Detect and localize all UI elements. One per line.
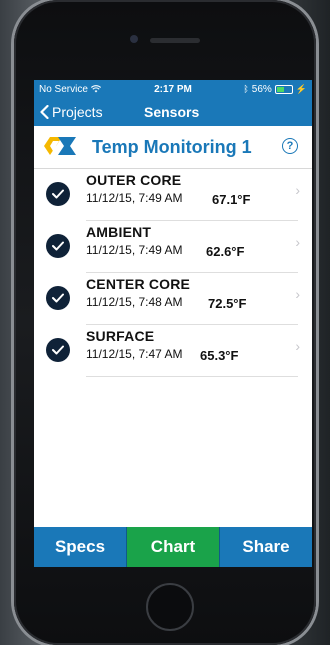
sensor-row-center-core[interactable]: CENTER CORE 11/12/15, 7:48 AM 72.5°F › (34, 273, 312, 325)
project-header: Temp Monitoring 1 ? (34, 126, 312, 169)
chevron-right-icon: › (295, 286, 300, 302)
sensor-row-outer-core[interactable]: OUTER CORE 11/12/15, 7:49 AM 67.1°F › (34, 169, 312, 221)
phone-frame: No Service 2:17 PM ᛒ 56% ⚡ Projects Sens… (14, 0, 316, 645)
brand-logo-icon (44, 137, 76, 155)
row-divider (86, 376, 298, 377)
tab-chart[interactable]: Chart (126, 527, 219, 567)
help-button[interactable]: ? (282, 138, 298, 154)
sensor-name: OUTER CORE (86, 172, 182, 188)
checkmark-icon[interactable] (46, 338, 70, 362)
checkmark-icon[interactable] (46, 234, 70, 258)
sensor-timestamp: 11/12/15, 7:49 AM (86, 191, 183, 205)
back-button[interactable]: Projects (34, 104, 103, 120)
chevron-left-icon (40, 105, 49, 119)
status-bar: No Service 2:17 PM ᛒ 56% ⚡ (34, 80, 312, 98)
bottom-tab-bar: Specs Chart Share (34, 527, 312, 567)
sensor-name: CENTER CORE (86, 276, 191, 292)
sensor-temperature: 72.5°F (208, 296, 247, 311)
sensor-list: OUTER CORE 11/12/15, 7:49 AM 67.1°F › AM… (34, 169, 312, 377)
back-button-label: Projects (52, 104, 103, 120)
sensor-name: SURFACE (86, 328, 155, 344)
carrier-label: No Service (39, 83, 88, 95)
sensor-timestamp: 11/12/15, 7:49 AM (86, 243, 183, 257)
chevron-right-icon: › (295, 182, 300, 198)
charging-icon: ⚡ (295, 83, 307, 94)
sensor-temperature: 65.3°F (200, 348, 239, 363)
checkmark-icon[interactable] (46, 182, 70, 206)
chevron-right-icon: › (295, 338, 300, 354)
earpiece-speaker (150, 38, 200, 43)
sensor-row-surface[interactable]: SURFACE 11/12/15, 7:47 AM 65.3°F › (34, 325, 312, 377)
battery-level (276, 86, 284, 92)
wifi-icon (90, 85, 101, 93)
battery-percent: 56% (251, 83, 272, 95)
chevron-right-icon: › (295, 234, 300, 250)
checkmark-icon[interactable] (46, 286, 70, 310)
sensor-row-ambient[interactable]: AMBIENT 11/12/15, 7:49 AM 62.6°F › (34, 221, 312, 273)
project-title: Temp Monitoring 1 (92, 136, 252, 157)
bluetooth-icon: ᛒ (243, 84, 249, 94)
sensor-name: AMBIENT (86, 224, 152, 240)
front-camera (130, 35, 138, 43)
battery-icon (274, 84, 293, 94)
sensor-temperature: 62.6°F (206, 244, 245, 259)
nav-title: Sensors (144, 104, 200, 120)
sensor-timestamp: 11/12/15, 7:47 AM (86, 347, 183, 361)
tab-share[interactable]: Share (219, 527, 312, 567)
status-right: ᛒ 56% ⚡ (243, 84, 307, 95)
tab-specs[interactable]: Specs (34, 527, 126, 567)
app-screen: No Service 2:17 PM ᛒ 56% ⚡ Projects Sens… (34, 80, 312, 567)
status-left: No Service (39, 84, 101, 95)
home-button[interactable] (146, 583, 194, 631)
navigation-bar: Projects Sensors (34, 98, 312, 126)
sensor-timestamp: 11/12/15, 7:48 AM (86, 295, 183, 309)
sensor-temperature: 67.1°F (212, 192, 251, 207)
